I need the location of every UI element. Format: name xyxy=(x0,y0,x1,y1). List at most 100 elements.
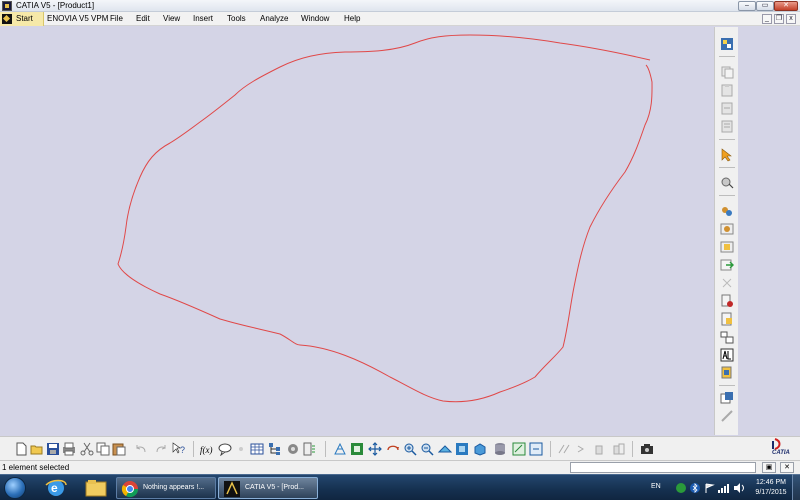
tree-icon[interactable] xyxy=(268,442,282,456)
menu-tools[interactable]: Tools xyxy=(227,14,246,23)
toolbar-separator xyxy=(719,385,735,386)
3d-viewport[interactable] xyxy=(0,27,714,435)
open-icon[interactable] xyxy=(30,442,44,456)
fly-mode-icon[interactable] xyxy=(333,442,347,456)
title-bar: CATIA V5 - [Product1] – ▭ ✕ xyxy=(0,0,800,12)
zoom-in-icon[interactable] xyxy=(403,442,417,456)
iso-view-icon[interactable] xyxy=(455,442,469,456)
knowledge-icon[interactable] xyxy=(234,442,248,456)
save-icon[interactable] xyxy=(46,442,60,456)
menu-view[interactable]: View xyxy=(163,14,180,23)
menu-start[interactable]: Start xyxy=(0,12,44,26)
paste-special-icon[interactable] xyxy=(720,101,734,115)
document-minimize-button[interactable]: _ xyxy=(762,14,772,24)
copy-icon[interactable] xyxy=(96,442,110,456)
graph-tree-icon[interactable] xyxy=(720,294,734,308)
menu-start-label: Start xyxy=(16,14,33,23)
menu-enovia[interactable]: ENOVIA V5 VPM xyxy=(47,14,108,23)
flag-icon[interactable] xyxy=(703,482,715,494)
manage-representations-icon[interactable] xyxy=(720,366,734,380)
replace-component-icon[interactable] xyxy=(720,276,734,290)
snapshot-icon[interactable] xyxy=(640,442,654,456)
language-indicator[interactable]: EN xyxy=(651,483,661,490)
whats-this-icon[interactable]: ? xyxy=(172,442,186,456)
document-close-button[interactable]: x xyxy=(786,14,796,24)
taskbar-item-catia[interactable]: CATIA V5 - [Prod... xyxy=(218,477,318,499)
tray-app-icon[interactable] xyxy=(675,482,687,494)
zoom-out-icon[interactable] xyxy=(420,442,434,456)
power-input-submit-button[interactable]: ▣ xyxy=(762,462,776,473)
taskbar-item-chrome[interactable]: Nothing appears !... xyxy=(116,477,216,499)
menu-window[interactable]: Window xyxy=(301,14,329,23)
menu-help[interactable]: Help xyxy=(344,14,360,23)
file-explorer-icon[interactable] xyxy=(78,477,114,499)
clock-date[interactable]: 9/17/2015 xyxy=(751,489,791,496)
right-toolbar xyxy=(714,27,738,435)
formula-icon[interactable]: f(x) xyxy=(200,442,214,456)
fit-all-icon[interactable] xyxy=(350,442,364,456)
rotate-icon[interactable] xyxy=(386,442,400,456)
copy-icon[interactable] xyxy=(720,65,734,79)
pan-icon[interactable] xyxy=(368,442,382,456)
power-input-clear-button[interactable]: ✕ xyxy=(780,462,794,473)
numbering-icon[interactable] xyxy=(720,330,734,344)
network-icon[interactable] xyxy=(717,482,729,494)
component-icon[interactable] xyxy=(720,204,734,218)
toolbar-separator xyxy=(193,441,194,457)
show-desktop-button[interactable] xyxy=(792,474,800,500)
hide-show-icon[interactable] xyxy=(512,442,526,456)
close-button[interactable]: ✕ xyxy=(774,1,798,11)
cut-icon[interactable] xyxy=(80,442,94,456)
right-margin xyxy=(738,27,800,435)
paste-icon[interactable] xyxy=(112,442,126,456)
measure-inertia-icon[interactable] xyxy=(594,442,608,456)
clipboard-icon[interactable] xyxy=(720,119,734,133)
menu-edit[interactable]: Edit xyxy=(136,14,150,23)
wizard-icon[interactable] xyxy=(302,442,316,456)
windows-taskbar: e Nothing appears !... CATIA V5 - [Prod.… xyxy=(0,474,800,500)
menu-file[interactable]: File xyxy=(110,14,123,23)
fast-multi-instantiation-icon[interactable] xyxy=(720,409,734,423)
menu-insert[interactable]: Insert xyxy=(193,14,213,23)
bottom-toolbar: ? f(x) xyxy=(0,436,800,460)
render-style-icon[interactable] xyxy=(493,442,507,456)
table-icon[interactable] xyxy=(250,442,264,456)
select-icon[interactable] xyxy=(720,148,734,162)
measure-item-icon[interactable] xyxy=(576,442,590,456)
redo-icon[interactable] xyxy=(154,442,168,456)
product-insert-icon[interactable] xyxy=(720,222,734,236)
product-icon[interactable] xyxy=(720,37,734,51)
toolbar-separator xyxy=(719,167,735,168)
power-input-field[interactable] xyxy=(570,462,756,473)
freehand-curve[interactable] xyxy=(117,34,653,403)
normal-view-icon[interactable] xyxy=(437,442,453,456)
swap-space-icon[interactable] xyxy=(529,442,543,456)
publish-icon[interactable] xyxy=(286,442,300,456)
bluetooth-icon[interactable] xyxy=(689,482,701,494)
new-icon[interactable] xyxy=(14,442,28,456)
existing-component-icon[interactable] xyxy=(720,258,734,272)
snap-icon[interactable] xyxy=(720,175,734,189)
clock-time[interactable]: 12:46 PM xyxy=(751,479,791,486)
internet-explorer-icon[interactable]: e xyxy=(38,477,74,499)
document-restore-button[interactable]: ❐ xyxy=(774,14,784,24)
menu-analyze[interactable]: Analyze xyxy=(260,14,288,23)
analysis-icon[interactable] xyxy=(612,442,626,456)
views-icon[interactable] xyxy=(473,442,487,456)
windows-start-button[interactable] xyxy=(4,477,26,499)
window-title: CATIA V5 - [Product1] xyxy=(16,1,95,10)
selective-load-icon[interactable] xyxy=(720,348,734,362)
maximize-button[interactable]: ▭ xyxy=(756,1,774,11)
part-insert-icon[interactable] xyxy=(720,240,734,254)
catalog-icon[interactable] xyxy=(218,442,232,457)
volume-icon[interactable] xyxy=(733,482,745,494)
measure-between-icon[interactable] xyxy=(558,442,572,456)
minimize-button[interactable]: – xyxy=(738,1,756,11)
reorder-icon[interactable] xyxy=(720,312,734,326)
print-icon[interactable] xyxy=(62,442,76,456)
paste-icon[interactable] xyxy=(720,83,734,97)
multi-instantiation-icon[interactable] xyxy=(720,391,734,405)
catia-app-icon[interactable] xyxy=(2,1,12,11)
undo-icon[interactable] xyxy=(134,442,148,456)
freehand-sketch-svg xyxy=(117,34,653,403)
